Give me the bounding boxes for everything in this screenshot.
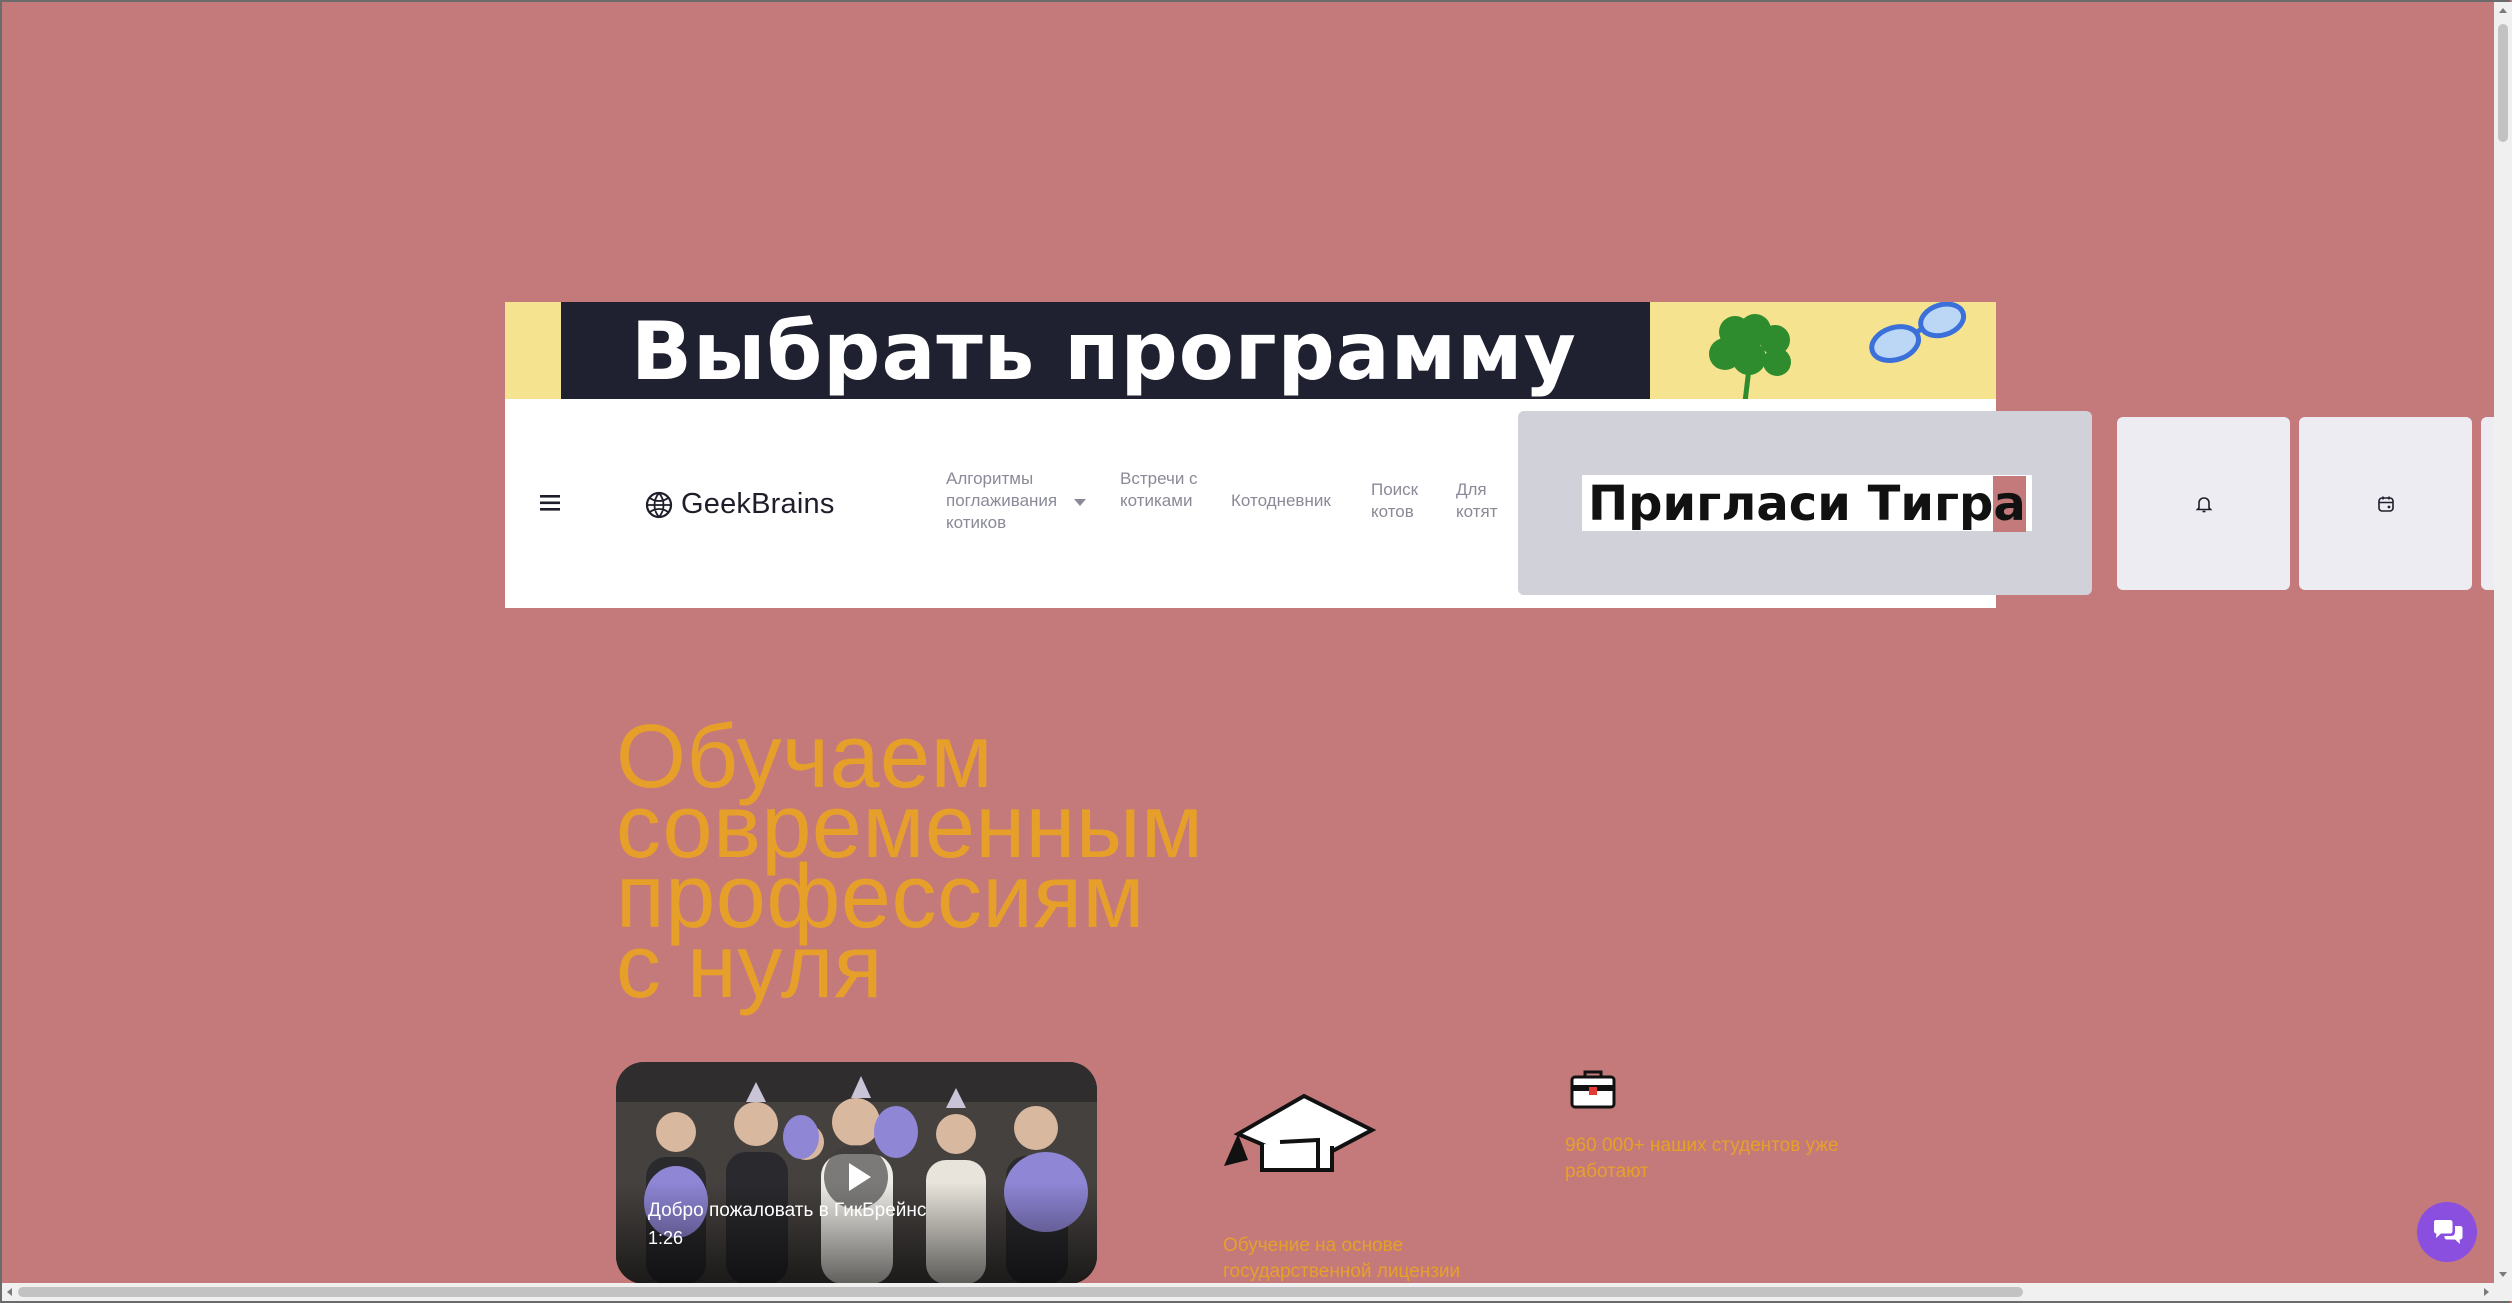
video-title: Добро пожаловать в ГикБрейнс [648,1200,927,1221]
chevron-down-icon [1074,499,1086,506]
nav-item-label: Котодневник [1231,491,1331,510]
nav-item-diary[interactable]: Котодневник [1231,490,1331,512]
chat-icon [2434,1220,2463,1244]
nav-item-label: Алгоритмы поглаживания котиков [946,469,1058,532]
scroll-left-icon[interactable] [7,1288,12,1296]
graduation-cap-icon [1224,1093,1377,1172]
briefcase-icon [1570,1070,1616,1109]
scroll-right-icon[interactable] [2484,1288,2489,1296]
geekbrains-logo-icon [645,491,673,518]
logo[interactable]: GeekBrains [645,488,835,521]
logo-text: GeekBrains [681,488,835,520]
hero-title: Обучаем современным профессиям с нуля [616,712,1203,1012]
nav-item-label: Встречи с котиками [1120,469,1198,510]
horizontal-scroll-thumb[interactable] [18,1287,2023,1297]
video-duration: 1:26 [648,1228,684,1248]
vertical-scrollbar[interactable] [2494,2,2512,1283]
invite-label-main: Пригласи Тигр [1588,476,1994,532]
invite-tiger-label: Пригласи Тигра [1582,475,2032,532]
feature-license-text: Обучение на основе государственной лицен… [1223,1235,1461,1282]
calendar-icon [2378,496,2394,512]
nav-item-algorithms[interactable]: Алгоритмы поглаживания котиков [946,468,1096,534]
nav-item-search-cats[interactable]: Поиск котов [1371,479,1427,523]
scrollbar-corner [2494,1283,2512,1301]
horizontal-scrollbar[interactable] [2,1283,2494,1301]
scroll-up-icon[interactable] [2499,8,2507,13]
sunglasses-icon [1869,302,1967,364]
invite-label-highlight: а [1993,476,2026,532]
notifications-button[interactable] [2117,417,2290,590]
bell-icon [2195,497,2213,513]
welcome-video[interactable]: Добро пожаловать в ГикБрейнс 1:26 [616,1062,1097,1284]
nav-item-label: Для котят [1456,480,1498,521]
promo-banner-text: Выбрать программу [631,305,1577,398]
feature-students-text: 960 000+ наших студентов уже работают [1565,1135,1839,1182]
chat-button[interactable] [2417,1202,2477,1262]
vertical-scroll-thumb[interactable] [2498,24,2508,142]
scroll-down-icon[interactable] [2499,1272,2507,1277]
calendar-button[interactable] [2299,417,2472,590]
menu-icon[interactable] [540,494,562,512]
promo-banner[interactable]: Выбрать программу [505,302,1996,399]
nav-item-kittens[interactable]: Для котят [1456,479,1506,523]
nav-item-meetings[interactable]: Встречи с котиками [1120,468,1200,512]
clover-icon [1709,314,1791,399]
invite-tiger-button[interactable]: Пригласи Тигра [1518,411,2092,595]
nav-item-label: Поиск котов [1371,480,1419,521]
